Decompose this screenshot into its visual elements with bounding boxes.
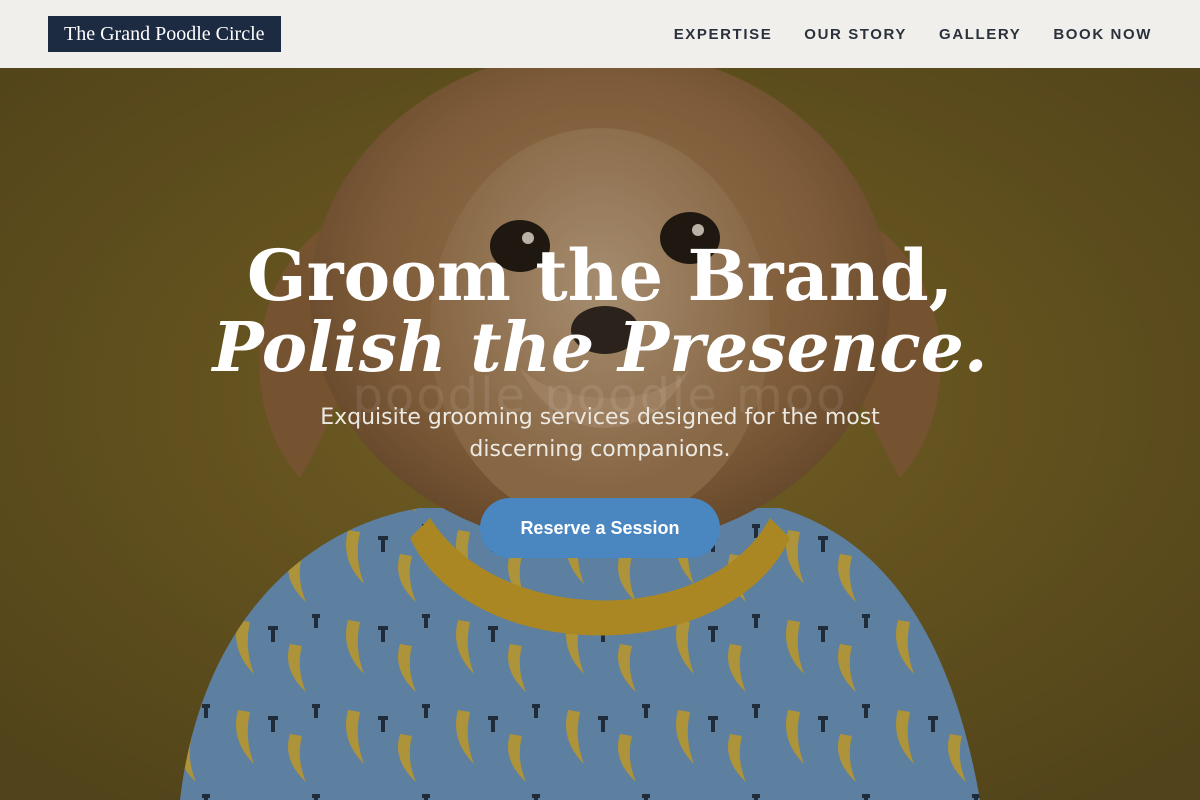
headline-line-2: Polish the Presence. — [212, 308, 988, 388]
hero-headline: Groom the Brand, Polish the Presence. — [0, 234, 1200, 388]
nav-link-book-now[interactable]: BOOK NOW — [1053, 26, 1152, 43]
hero-section: poodle poodle moo Groom the Brand, Polis… — [0, 68, 1200, 800]
headline-line-1: Groom the Brand, — [246, 234, 954, 317]
main-nav: EXPERTISE OUR STORY GALLERY BOOK NOW — [674, 0, 1152, 68]
site-logo[interactable]: The Grand Poodle Circle — [48, 16, 281, 52]
hero-subtitle: Exquisite grooming services designed for… — [320, 405, 880, 462]
nav-link-gallery[interactable]: GALLERY — [939, 26, 1021, 43]
nav-link-expertise[interactable]: EXPERTISE — [674, 26, 773, 43]
reserve-session-button[interactable]: Reserve a Session — [480, 498, 720, 558]
top-navbar: The Grand Poodle Circle EXPERTISE OUR ST… — [0, 0, 1200, 68]
nav-link-our-story[interactable]: OUR STORY — [804, 26, 907, 43]
